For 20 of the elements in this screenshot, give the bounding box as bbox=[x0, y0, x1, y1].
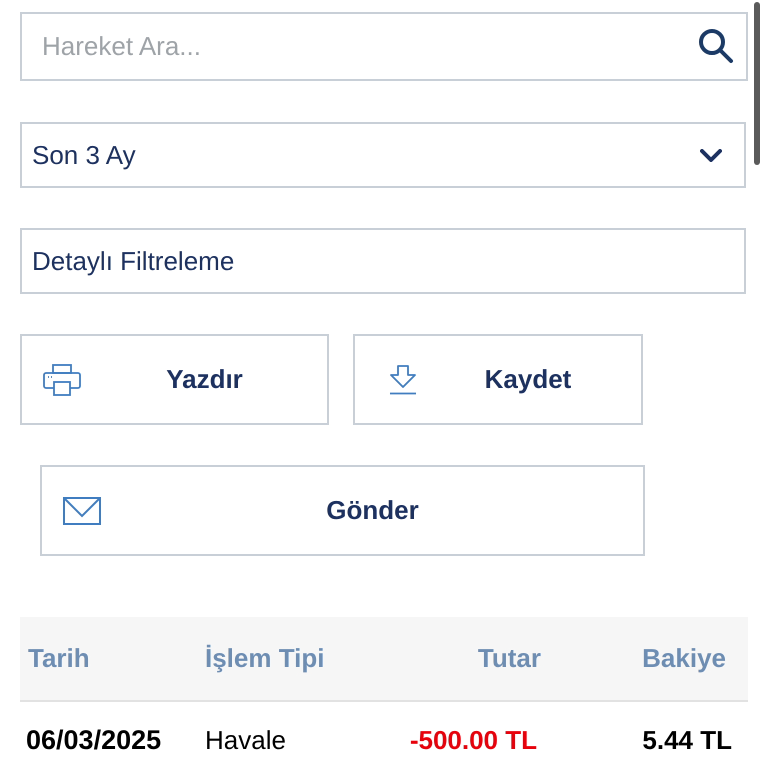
detailed-filter-button[interactable]: Detaylı Filtreleme bbox=[20, 228, 746, 294]
chevron-down-icon bbox=[700, 148, 722, 162]
column-header: Tarih bbox=[27, 642, 91, 675]
search-icon[interactable] bbox=[698, 28, 734, 64]
search-field[interactable]: Hareket Ara... bbox=[20, 12, 748, 81]
download-icon bbox=[389, 364, 417, 394]
period-dropdown[interactable]: Son 3 Ay bbox=[20, 122, 746, 188]
envelope-icon bbox=[63, 496, 101, 524]
action-button[interactable]: Kaydet bbox=[353, 334, 643, 425]
balance-cell-text: 5.44 TL bbox=[641, 724, 733, 757]
column-header: Tutar bbox=[476, 642, 542, 675]
amount-cell-text: -500.00 TL bbox=[408, 724, 538, 757]
printer-icon bbox=[43, 364, 81, 396]
transaction-type-cell-text: Havale bbox=[205, 724, 287, 757]
date-cell-text: 06/03/2025 bbox=[25, 724, 162, 757]
column-header: Bakiye bbox=[641, 642, 727, 675]
column-header: İşlem Tipi bbox=[205, 642, 326, 675]
action-button[interactable]: Yazdır bbox=[20, 334, 329, 425]
scrollbar-thumb[interactable] bbox=[754, 2, 760, 165]
action-button[interactable]: Gönder bbox=[40, 465, 645, 556]
